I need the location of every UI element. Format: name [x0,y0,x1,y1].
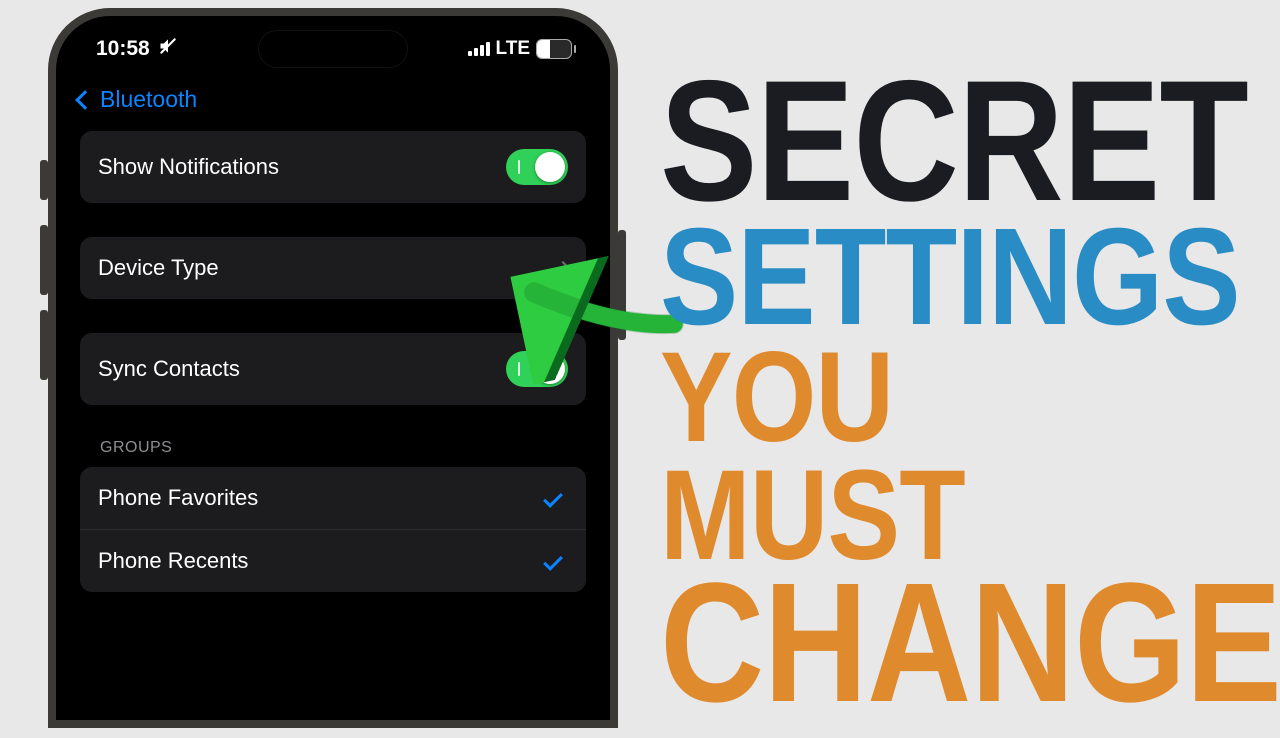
phone-screen: 10:58 LTE 39 [56,16,610,720]
toggle-show-notifications[interactable] [506,149,568,185]
cellular-signal-icon [468,42,490,56]
battery-percent: 39 [537,40,571,58]
headline-word-2: SETTINGS [660,214,1179,341]
headline-word-1: SECRET [660,62,1179,220]
row-device-type[interactable]: Device Type [80,237,586,299]
group-row-label: Phone Favorites [98,485,258,511]
row-show-notifications[interactable]: Show Notifications [80,131,586,203]
group-row-phone-favorites[interactable]: Phone Favorites [80,467,586,530]
dynamic-island [258,30,408,68]
volume-down-button [40,310,48,380]
checkmark-icon [543,551,563,571]
back-label: Bluetooth [100,86,197,113]
group-row-label: Phone Recents [98,548,248,574]
checkmark-icon [543,488,563,508]
row-label: Device Type [98,255,219,281]
group-card: Phone Favorites Phone Recents [80,467,586,592]
row-label: Show Notifications [98,154,279,180]
row-label: Sync Contacts [98,356,240,382]
section-header-groups: GROUPS [80,439,586,467]
headline: SECRET SETTINGS YOU MUST CHANGE [660,62,1270,721]
status-time: 10:58 [96,37,150,61]
chevron-left-icon [75,90,95,110]
battery-icon: 39 [536,39,576,59]
headline-word-4: CHANGE [660,565,1179,721]
silent-switch [40,160,48,200]
row-sync-contacts[interactable]: Sync Contacts [80,333,586,405]
silent-icon [158,36,178,62]
back-button[interactable]: Bluetooth [62,72,604,131]
network-label: LTE [496,38,530,60]
volume-up-button [40,225,48,295]
headline-word-3: YOU MUST [660,339,1179,575]
group-row-phone-recents[interactable]: Phone Recents [80,530,586,592]
